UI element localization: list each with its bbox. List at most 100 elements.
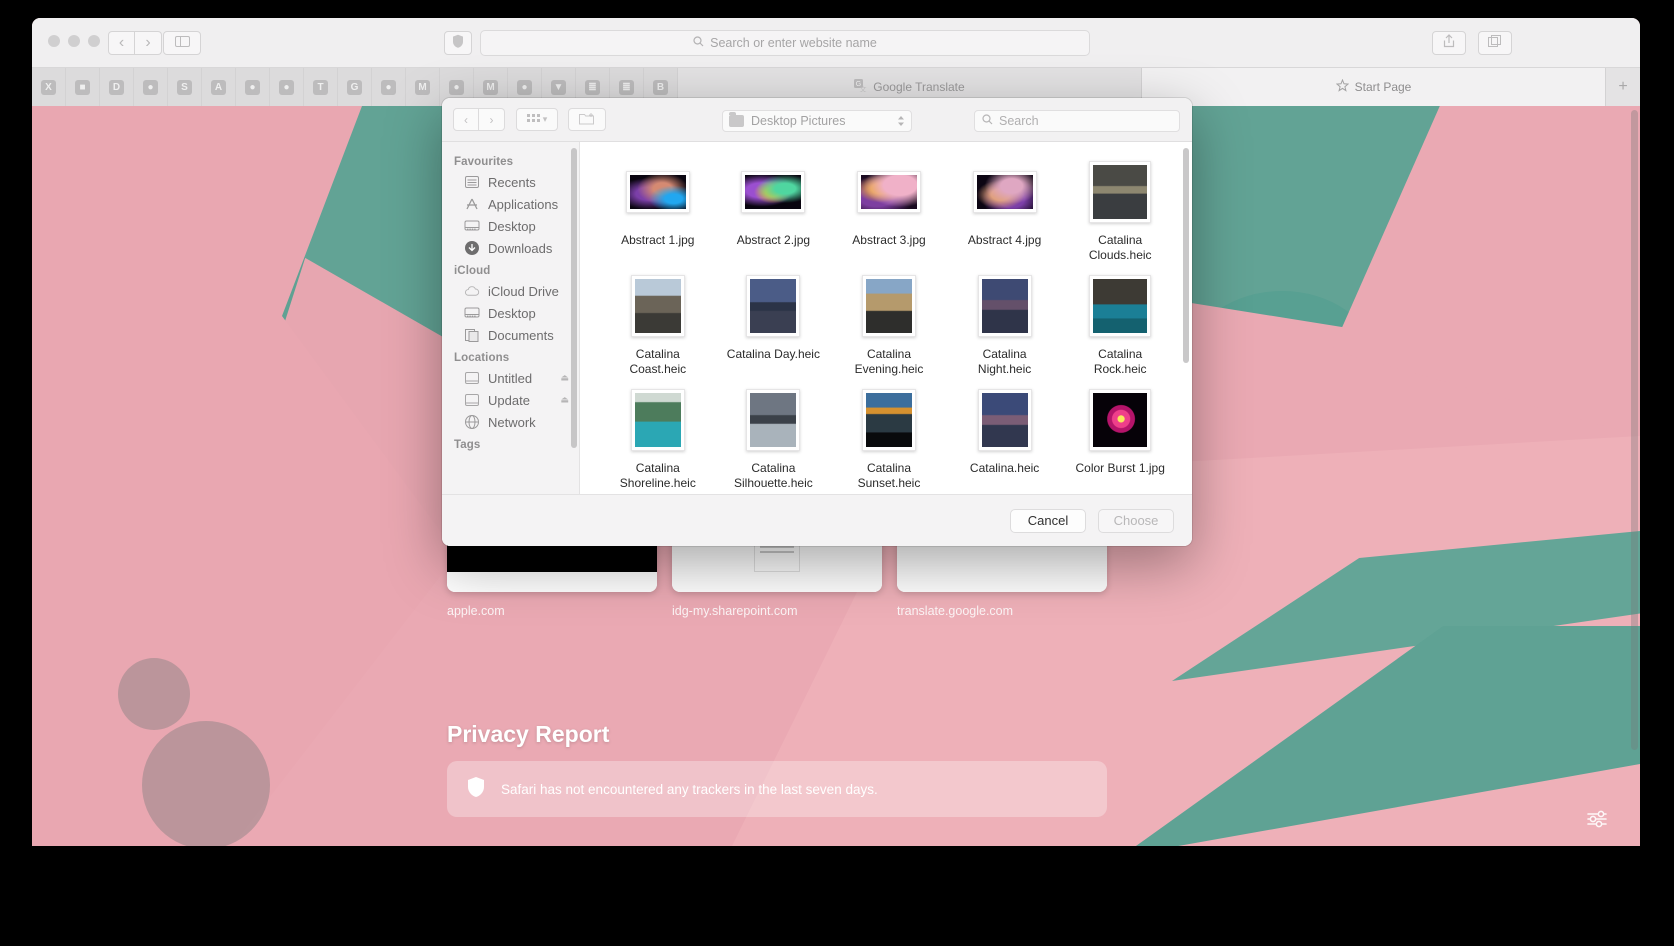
favicon-icon: ▼ [551,80,566,95]
view-options-button[interactable]: ▾ [516,108,558,131]
sidebar-item-downloads[interactable]: Downloads [442,237,579,259]
new-tab-button[interactable]: + [1606,68,1640,106]
file-item[interactable]: Catalina Night.heic [947,272,1063,376]
tab-bulb[interactable]: ● [236,68,270,106]
privacy-report-card[interactable]: Safari has not encountered any trackers … [447,761,1107,817]
tab-apple[interactable]: ● [270,68,304,106]
eject-icon[interactable]: ⏏ [560,373,569,384]
tab-google-translate-2[interactable]: G [338,68,372,106]
file-item[interactable]: Catalina Day.heic [716,272,832,376]
window-zoom-button[interactable] [88,35,100,47]
file-item[interactable]: Catalina Silhouette.heic [716,386,832,490]
file-item[interactable]: Color Burst 1.jpg [1062,386,1178,490]
favicon-icon: ≣ [619,80,634,95]
cancel-button[interactable]: Cancel [1010,509,1086,533]
file-name-label: Catalina Sunset.heic [842,461,936,490]
sidebar-item-desktop[interactable]: Desktop [442,215,579,237]
favicon-icon: ● [381,80,396,95]
folder-icon [729,115,744,127]
choose-button[interactable]: Choose [1098,509,1174,533]
tab-delve[interactable]: D [100,68,134,106]
dialog-back-button[interactable]: ‹ [453,108,479,131]
browser-forward-button[interactable]: › [135,31,162,55]
file-name-label: Catalina Clouds.heic [1073,233,1167,262]
search-icon [693,36,704,50]
tab-s[interactable]: S [168,68,202,106]
sidebar-item-update[interactable]: Update⏏ [442,389,579,411]
sidebar-item-recents[interactable]: Recents [442,171,579,193]
browser-back-button[interactable]: ‹ [108,31,135,55]
tab-overview-button[interactable] [1478,31,1512,55]
sidebar-item-icloud-drive[interactable]: iCloud Drive [442,280,579,302]
sidebar-toggle-button[interactable] [163,31,201,55]
file-thumbnail [978,389,1032,451]
address-bar[interactable]: Search or enter website name [480,30,1090,56]
tab-analytics[interactable]: ■ [66,68,100,106]
current-folder-label: Desktop Pictures [751,114,845,128]
favorite-label-sharepoint: idg-my.sharepoint.com [672,604,798,618]
window-minimize-button[interactable] [68,35,80,47]
tab-excel[interactable]: X [32,68,66,106]
file-item[interactable]: Catalina Rock.heic [1062,272,1178,376]
sidebar-scrollbar-thumb[interactable] [571,148,577,448]
sidebar-item-untitled[interactable]: Untitled ⏏ [442,367,579,389]
sidebar-group-header: Tags [442,433,579,454]
new-folder-button[interactable] [568,108,606,131]
sidebar-item-applications[interactable]: Applications [442,193,579,215]
file-browser-grid[interactable]: Abstract 1.jpgAbstract 2.jpgAbstract 3.j… [580,142,1192,494]
file-item[interactable]: Catalina Sunset.heic [831,386,947,490]
sidebar-item-network[interactable]: Network [442,411,579,433]
chevron-down-icon: ▾ [543,114,548,125]
tab-a[interactable]: A [202,68,236,106]
eject-icon[interactable]: ⏏ [560,395,569,406]
file-name-label: Color Burst 1.jpg [1073,461,1167,476]
favorite-label-apple: apple.com [447,604,505,618]
sidebar-item-label: Untitled [488,371,532,386]
dialog-search-input[interactable]: Search [974,110,1180,132]
sidebar-item-label: Recents [488,175,536,190]
svg-text:文: 文 [860,85,867,93]
file-name-label: Catalina Night.heic [958,347,1052,376]
favicon-icon: ≣ [585,80,600,95]
file-thumbnail [631,275,685,337]
file-item[interactable]: Catalina Evening.heic [831,272,947,376]
file-thumbnail [631,389,685,451]
file-item[interactable]: Abstract 3.jpg [831,158,947,262]
favicon-icon: X [41,80,56,95]
file-item[interactable]: Catalina Clouds.heic [1062,158,1178,262]
chevron-right-icon: › [490,113,494,127]
tab-label: Start Page [1355,80,1412,94]
page-scrollbar-thumb[interactable] [1631,110,1638,750]
tab-text[interactable]: T [304,68,338,106]
file-item[interactable]: Abstract 2.jpg [716,158,832,262]
sidebar-item-label: Desktop [488,219,536,234]
window-close-button[interactable] [48,35,60,47]
sidebar-group-header: Locations [442,346,579,367]
tab-start-page[interactable]: Start Page [1142,68,1606,106]
file-item[interactable]: Catalina Coast.heic [600,272,716,376]
file-name-label: Abstract 4.jpg [958,233,1052,248]
sidebar-item-documents[interactable]: Documents [442,324,579,346]
sidebar-item-desktop[interactable]: Desktop [442,302,579,324]
file-grid-scrollbar-thumb[interactable] [1183,148,1189,363]
dialog-forward-button[interactable]: › [479,108,505,131]
documents-icon [464,327,480,343]
tab-lock[interactable]: ● [134,68,168,106]
favicon-icon: ● [517,80,532,95]
file-item[interactable]: Catalina.heic [947,386,1063,490]
dialog-sidebar[interactable]: FavouritesRecentsApplicationsDesktopDown… [442,142,580,494]
file-thumbnail [1089,389,1151,451]
tab-doho[interactable]: ● [372,68,406,106]
file-item[interactable]: Abstract 1.jpg [600,158,716,262]
page-scrollbar[interactable] [1631,110,1638,840]
desktop-icon [464,218,480,234]
path-popup-button[interactable]: Desktop Pictures [722,110,912,132]
sliders-icon[interactable] [1584,806,1610,832]
privacy-shield-button[interactable] [444,31,472,55]
drive-icon [464,370,480,386]
tab-mail[interactable]: M [406,68,440,106]
file-item[interactable]: Catalina Shoreline.heic [600,386,716,490]
file-item[interactable]: Abstract 4.jpg [947,158,1063,262]
favorite-thumb-base [447,572,657,592]
share-button[interactable] [1432,31,1466,55]
